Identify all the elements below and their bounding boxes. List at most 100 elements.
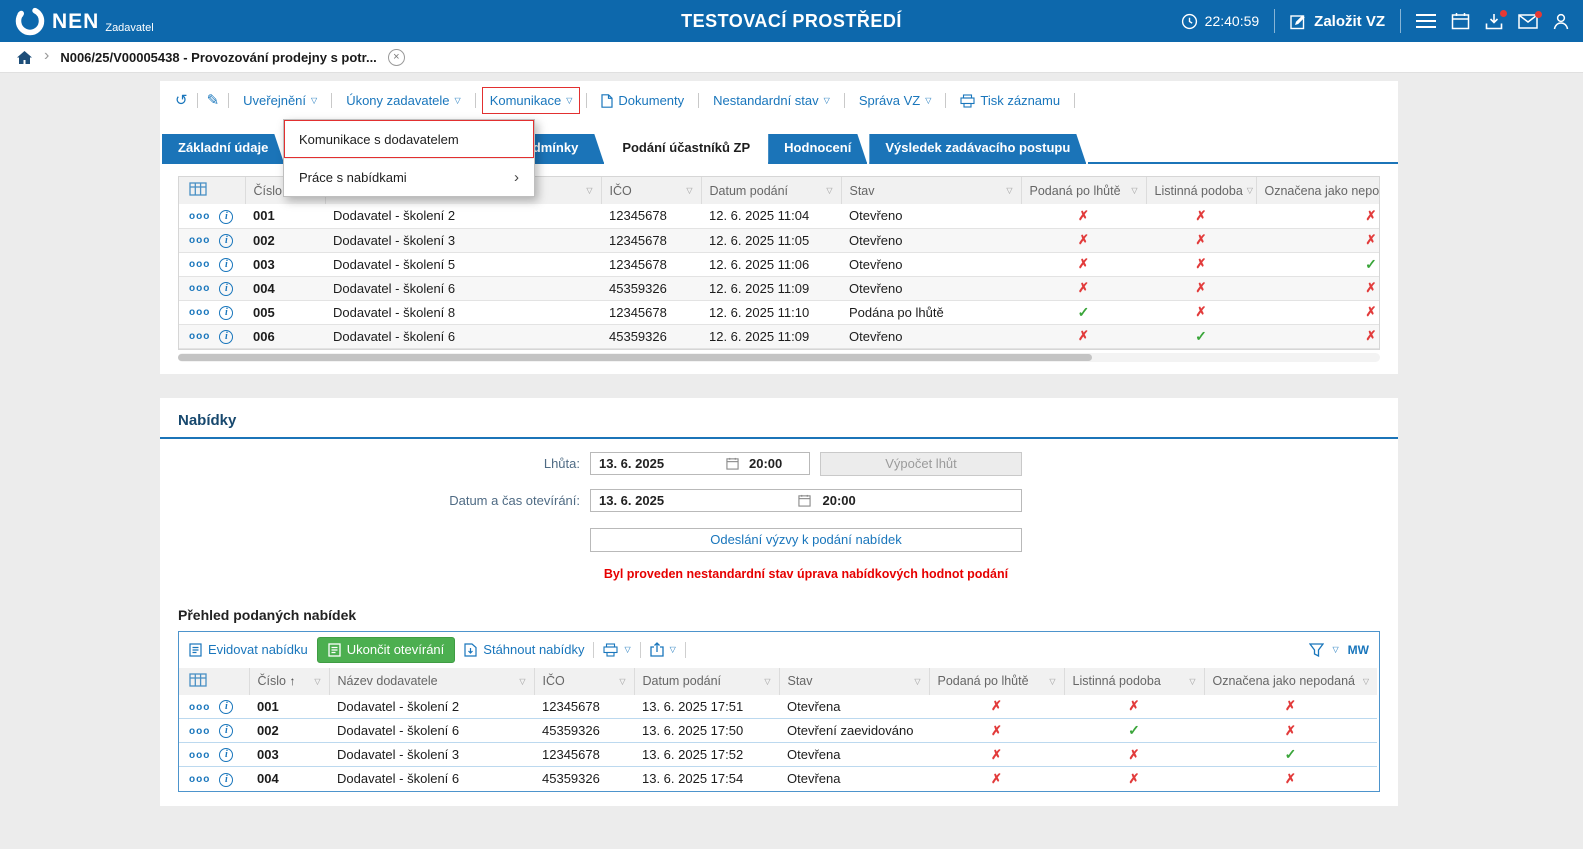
table-row[interactable]: oooi003Dodavatel - školení 31234567813. …: [179, 743, 1377, 767]
menu-item-komunikace-s-dodavatelem[interactable]: Komunikace s dodavatelem: [284, 120, 534, 158]
close-icon[interactable]: ×: [388, 49, 405, 66]
stahnout-nabidky-button[interactable]: Stáhnout nabídky: [464, 642, 584, 657]
compute-deadlines-button[interactable]: Výpočet lhůt: [820, 452, 1022, 476]
filter-icon[interactable]: ▽: [826, 186, 832, 195]
evidovat-nabidku-button[interactable]: Evidovat nabídku: [189, 642, 308, 657]
menu-item-prace-s-nabidkami[interactable]: Práce s nabídkami›: [284, 158, 534, 196]
row-actions-icon[interactable]: ooo: [189, 259, 210, 270]
filter-icon[interactable]: ▽: [586, 186, 592, 195]
mw-label[interactable]: MW: [1348, 643, 1369, 657]
table-row[interactable]: oooi006Dodavatel - školení 64535932612. …: [179, 324, 1380, 348]
column-header-oznacena-jako-nepodana[interactable]: Označena jako nepodaná▽: [1204, 668, 1377, 695]
scrollbar-thumb[interactable]: [178, 354, 1092, 361]
column-header-cislo[interactable]: Číslo ↑▽: [249, 668, 329, 695]
filter-icon[interactable]: [1309, 643, 1324, 657]
filter-icon[interactable]: ▽: [619, 677, 625, 686]
home-icon[interactable]: [16, 50, 33, 65]
filter-icon[interactable]: ▽: [1049, 677, 1055, 686]
row-actions-icon[interactable]: ooo: [189, 211, 210, 222]
filter-icon[interactable]: ▽: [1189, 677, 1195, 686]
send-invite-button[interactable]: Odeslání výzvy k podání nabídek: [590, 528, 1022, 552]
table-row[interactable]: oooi001Dodavatel - školení 21234567813. …: [179, 695, 1377, 719]
row-actions-icon[interactable]: ooo: [189, 726, 210, 737]
info-icon[interactable]: i: [219, 234, 233, 248]
column-header-ico[interactable]: IČO▽: [534, 668, 634, 695]
toolbar-link-ukony-zadavatele[interactable]: Úkony zadavatele▽: [338, 87, 469, 114]
column-header-datum-podani[interactable]: Datum podání▽: [634, 668, 779, 695]
filter-icon[interactable]: ▽: [314, 677, 320, 686]
filter-icon[interactable]: ▽: [1247, 186, 1253, 195]
row-actions-icon[interactable]: ooo: [189, 331, 210, 342]
column-header-podana-po-lhute[interactable]: Podaná po lhůtě▽: [1021, 177, 1146, 204]
column-header-podana-po-lhute[interactable]: Podaná po lhůtě▽: [929, 668, 1064, 695]
breadcrumb-contract[interactable]: N006/25/V00005438 - Provozování prodejny…: [60, 50, 376, 65]
filter-icon[interactable]: ▽: [764, 677, 770, 686]
column-header-stav[interactable]: Stav▽: [779, 668, 929, 695]
edit-icon[interactable]: ✎: [204, 92, 223, 110]
tab-hodnoceni[interactable]: Hodnocení: [768, 134, 867, 164]
table-row[interactable]: oooi003Dodavatel - školení 51234567812. …: [179, 252, 1380, 276]
table-row[interactable]: oooi002Dodavatel - školení 31234567812. …: [179, 228, 1380, 252]
info-icon[interactable]: i: [219, 748, 233, 762]
row-actions-icon[interactable]: ooo: [189, 750, 210, 761]
column-header-datum-podani[interactable]: Datum podání▽: [701, 177, 841, 204]
table-row[interactable]: oooi001Dodavatel - školení 21234567812. …: [179, 204, 1380, 228]
tab-zakladni-udaje[interactable]: Základní údaje: [162, 134, 284, 164]
info-icon[interactable]: i: [219, 724, 233, 738]
filter-icon[interactable]: ▽: [519, 677, 525, 686]
downloads-icon[interactable]: [1485, 13, 1503, 30]
table-row[interactable]: oooi005Dodavatel - školení 81234567812. …: [179, 300, 1380, 324]
menu-icon[interactable]: [1416, 14, 1436, 28]
column-header-oznacena-jako-nepodana[interactable]: Označena jako nepodaná▽: [1256, 177, 1380, 204]
deadline-input[interactable]: 13. 6. 2025 20:00: [590, 452, 810, 475]
row-actions-icon[interactable]: ooo: [189, 283, 210, 294]
column-chooser-icon[interactable]: [179, 668, 249, 695]
column-header-stav[interactable]: Stav▽: [841, 177, 1021, 204]
deadline-date-value[interactable]: 13. 6. 2025: [591, 456, 726, 471]
table-row[interactable]: oooi004Dodavatel - školení 64535932612. …: [179, 276, 1380, 300]
chevron-down-icon[interactable]: ▽: [1333, 645, 1339, 654]
tab-podani-ucastniku-zp[interactable]: Podání účastníků ZP: [606, 134, 766, 164]
messages-icon[interactable]: [1518, 14, 1538, 29]
info-icon[interactable]: i: [219, 282, 233, 296]
row-actions-icon[interactable]: ooo: [189, 774, 210, 785]
opening-time-value[interactable]: 20:00: [811, 493, 1022, 508]
calendar-icon[interactable]: [798, 494, 811, 507]
row-actions-icon[interactable]: ooo: [189, 235, 210, 246]
create-vz-button[interactable]: Založit VZ: [1290, 13, 1385, 30]
toolbar-link-tisk-zaznamu[interactable]: Tisk záznamu: [952, 87, 1068, 114]
info-icon[interactable]: i: [219, 773, 233, 787]
print-button[interactable]: ▽: [603, 643, 630, 657]
filter-icon[interactable]: ▽: [1006, 186, 1012, 195]
column-chooser-icon[interactable]: [179, 177, 245, 204]
row-actions-icon[interactable]: ooo: [189, 702, 210, 713]
column-header-listinna-podoba[interactable]: Listinná podoba▽: [1146, 177, 1256, 204]
ukoncit-otevirani-button[interactable]: Ukončit otevírání: [317, 637, 456, 663]
toolbar-link-komunikace[interactable]: Komunikace▽: [482, 87, 581, 114]
info-icon[interactable]: i: [219, 330, 233, 344]
toolbar-link-nestandardni-stav[interactable]: Nestandardní stav▽: [705, 87, 838, 114]
filter-icon[interactable]: ▽: [914, 677, 920, 686]
opening-input[interactable]: 13. 6. 2025 20:00: [590, 489, 1022, 512]
toolbar-link-uverejneni[interactable]: Uveřejnění▽: [235, 87, 325, 114]
tab-vysledek-zadavaciho-postupu[interactable]: Výsledek zadávacího postupu: [869, 134, 1086, 164]
column-header-ico[interactable]: IČO▽: [601, 177, 701, 204]
info-icon[interactable]: i: [219, 210, 233, 224]
calendar-icon[interactable]: [726, 457, 739, 470]
export-button[interactable]: ▽: [650, 642, 676, 657]
nen-brand[interactable]: NEN Zadavatel: [14, 5, 154, 37]
info-icon[interactable]: i: [219, 258, 233, 272]
calendar-icon[interactable]: [1451, 12, 1470, 30]
table-row[interactable]: oooi002Dodavatel - školení 64535932613. …: [179, 719, 1377, 743]
refresh-icon[interactable]: ↺: [172, 92, 191, 110]
deadline-time-value[interactable]: 20:00: [739, 456, 809, 471]
opening-date-value[interactable]: 13. 6. 2025: [591, 493, 798, 508]
filter-icon[interactable]: ▽: [1131, 186, 1137, 195]
column-header-nazev-dodavatele[interactable]: Název dodavatele▽: [329, 668, 534, 695]
user-icon[interactable]: [1553, 13, 1569, 30]
toolbar-link-dokumenty[interactable]: Dokumenty: [593, 87, 692, 114]
toolbar-link-sprava-vz[interactable]: Správa VZ▽: [851, 87, 940, 114]
row-actions-icon[interactable]: ooo: [189, 307, 210, 318]
info-icon[interactable]: i: [219, 700, 233, 714]
column-header-listinna-podoba[interactable]: Listinná podoba▽: [1064, 668, 1204, 695]
